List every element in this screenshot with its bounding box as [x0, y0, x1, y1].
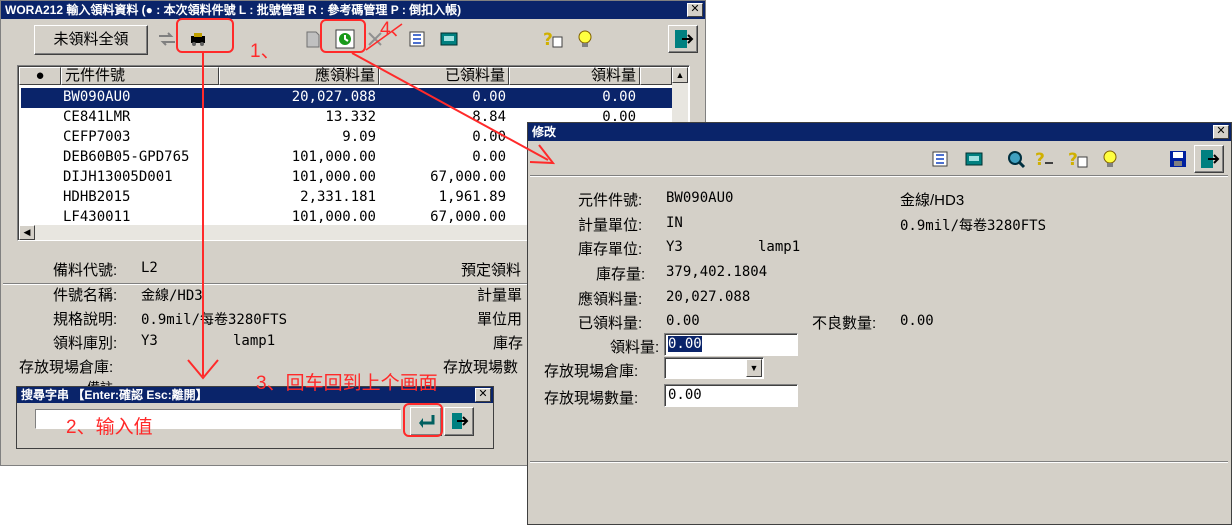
annotation-arrows: [187, 23, 556, 380]
annotation-step1: 1、: [250, 41, 280, 62]
annotation-step3: 3、回车回到上个画面: [256, 373, 438, 394]
annotation-step2: 2、输入值: [66, 417, 153, 438]
annotation-step4: 4、: [380, 19, 410, 40]
